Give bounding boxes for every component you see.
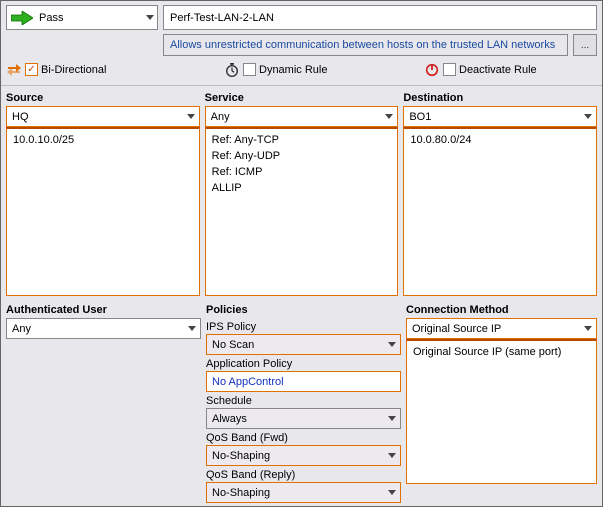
source-title: Source <box>6 90 200 106</box>
connection-method-title: Connection Method <box>406 302 597 318</box>
list-item[interactable]: ALLIP <box>210 180 394 196</box>
rule-name-input[interactable] <box>163 5 597 30</box>
chevron-down-icon <box>186 107 196 126</box>
description-more-button[interactable]: ... <box>573 34 597 56</box>
pass-arrow-icon <box>11 11 33 25</box>
schedule-select[interactable]: Always <box>206 408 401 429</box>
destination-title: Destination <box>403 90 597 106</box>
chevron-down-icon <box>145 6 155 29</box>
qos-reply-select[interactable]: No-Shaping <box>206 482 401 503</box>
list-item[interactable]: Original Source IP (same port) <box>411 344 592 360</box>
rule-description-input[interactable] <box>163 34 568 56</box>
app-policy-input[interactable]: No AppControl <box>206 371 401 392</box>
source-select[interactable]: HQ <box>6 106 200 127</box>
auth-user-title: Authenticated User <box>6 302 201 318</box>
qos-fwd-select[interactable]: No-Shaping <box>206 445 401 466</box>
bidirectional-label: Bi-Directional <box>41 64 106 76</box>
bidirectional-icon <box>6 62 22 78</box>
source-list[interactable]: 10.0.10.0/25 <box>6 127 200 296</box>
dynamic-rule-label: Dynamic Rule <box>259 64 327 76</box>
power-icon <box>424 62 440 78</box>
auth-user-select[interactable]: Any <box>6 318 201 339</box>
list-item[interactable]: Ref: Any-UDP <box>210 148 394 164</box>
schedule-label: Schedule <box>206 392 401 408</box>
qos-fwd-label: QoS Band (Fwd) <box>206 429 401 445</box>
connection-method-select[interactable]: Original Source IP <box>406 318 597 339</box>
connection-method-list[interactable]: Original Source IP (same port) <box>406 339 597 484</box>
ips-policy-label: IPS Policy <box>206 318 401 334</box>
destination-list[interactable]: 10.0.80.0/24 <box>403 127 597 296</box>
list-item[interactable]: 10.0.10.0/25 <box>11 132 195 148</box>
dynamic-rule-checkbox[interactable] <box>243 63 256 76</box>
action-label: Pass <box>39 12 145 24</box>
list-item[interactable]: Ref: ICMP <box>210 164 394 180</box>
chevron-down-icon <box>387 483 397 502</box>
service-select[interactable]: Any <box>205 106 399 127</box>
deactivate-rule-checkbox[interactable] <box>443 63 456 76</box>
app-policy-label: Application Policy <box>206 355 401 371</box>
list-item[interactable]: Ref: Any-TCP <box>210 132 394 148</box>
chevron-down-icon <box>583 107 593 126</box>
action-select[interactable]: Pass <box>6 5 158 30</box>
policies-title: Policies <box>206 302 401 318</box>
chevron-down-icon <box>387 446 397 465</box>
deactivate-rule-label: Deactivate Rule <box>459 64 537 76</box>
stopwatch-icon <box>224 62 240 78</box>
chevron-down-icon <box>187 319 197 338</box>
chevron-down-icon <box>387 409 397 428</box>
chevron-down-icon <box>583 319 593 338</box>
list-item[interactable]: 10.0.80.0/24 <box>408 132 592 148</box>
bidirectional-checkbox[interactable]: ✓ <box>25 63 38 76</box>
qos-reply-label: QoS Band (Reply) <box>206 466 401 482</box>
ips-policy-select[interactable]: No Scan <box>206 334 401 355</box>
destination-select[interactable]: BO1 <box>403 106 597 127</box>
chevron-down-icon <box>384 107 394 126</box>
chevron-down-icon <box>387 335 397 354</box>
service-title: Service <box>205 90 399 106</box>
service-list[interactable]: Ref: Any-TCP Ref: Any-UDP Ref: ICMP ALLI… <box>205 127 399 296</box>
